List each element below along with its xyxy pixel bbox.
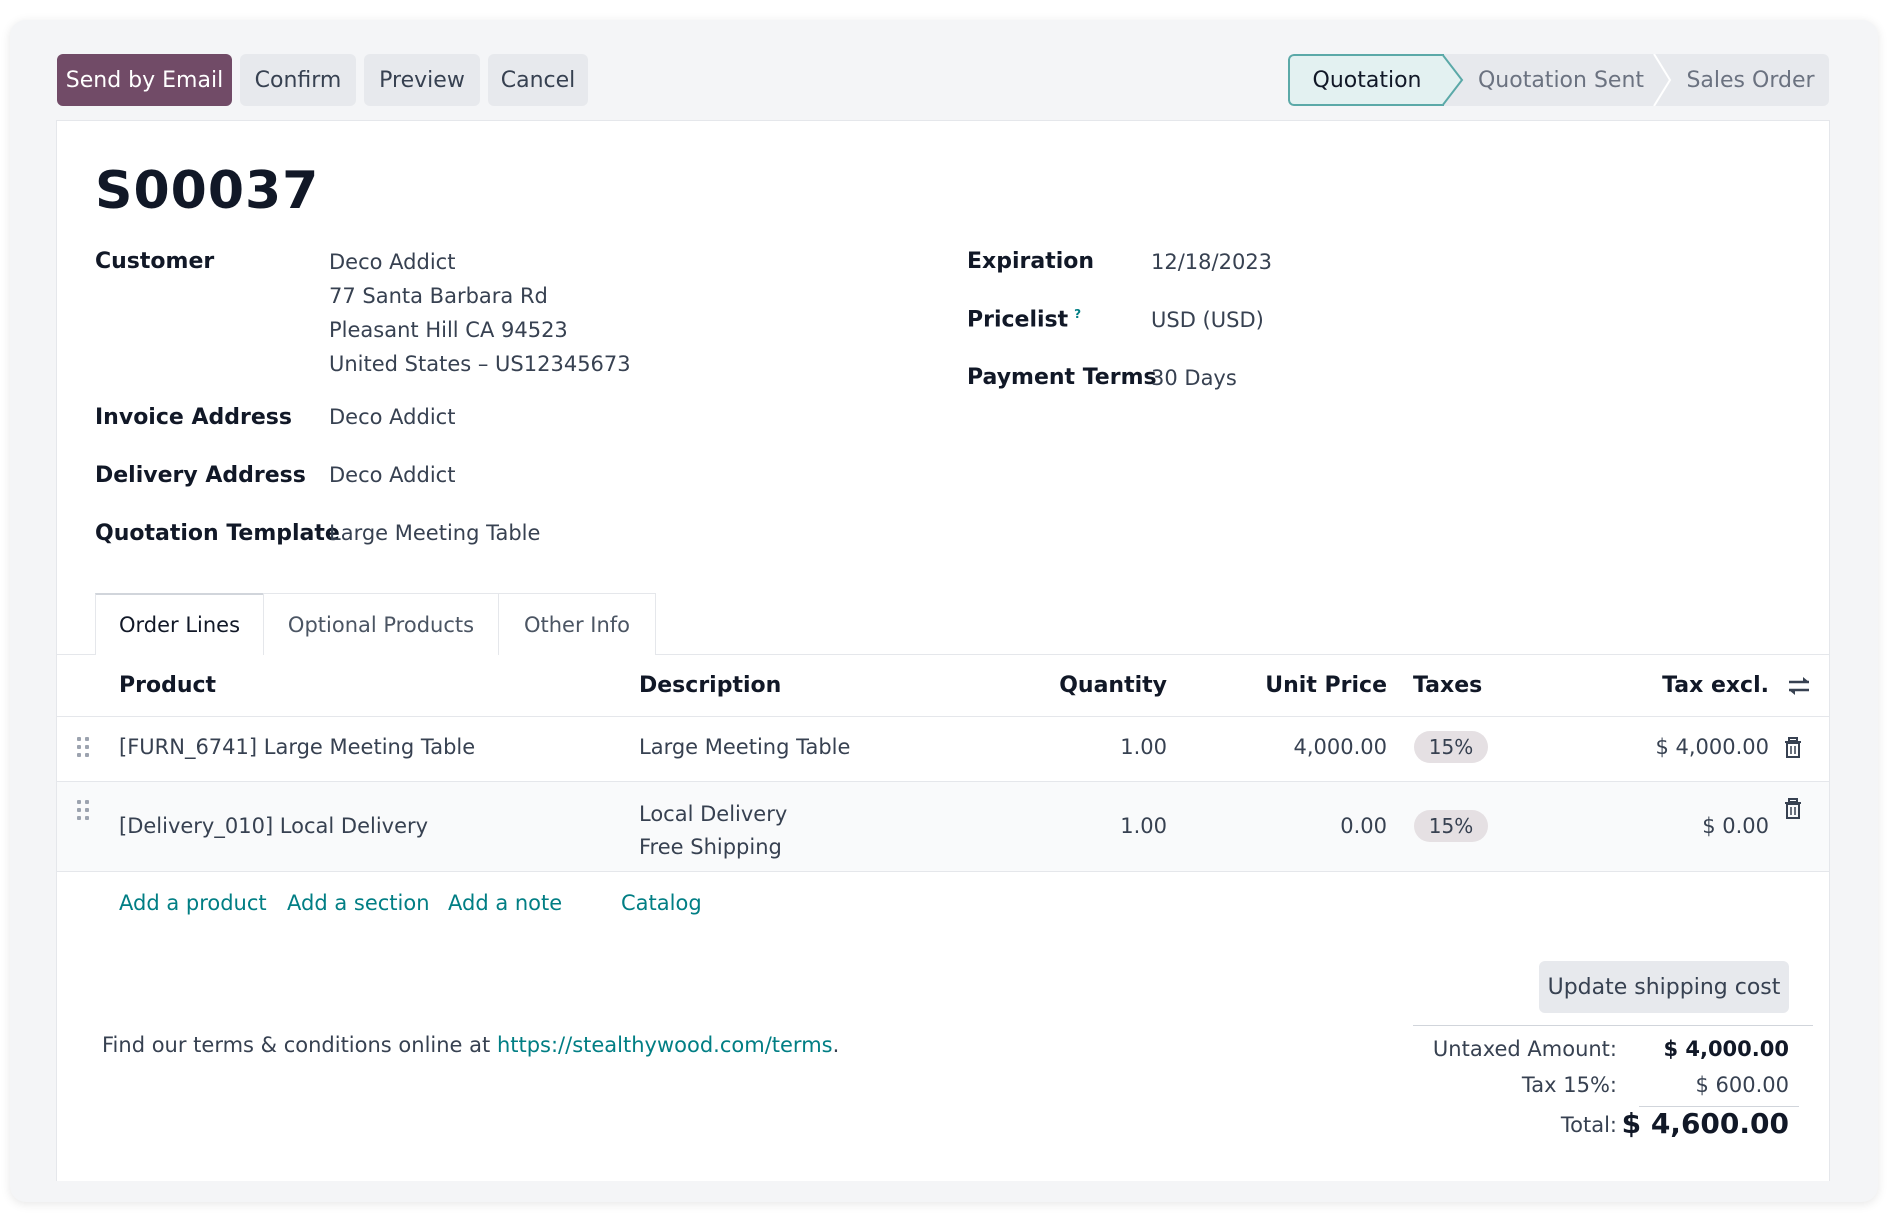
cell-unit-price[interactable]: 4,000.00 bbox=[1217, 735, 1387, 759]
payment-terms-field[interactable]: 30 Days bbox=[1151, 361, 1237, 395]
active-tab-gap bbox=[96, 653, 262, 656]
payment-terms-label: Payment Terms bbox=[967, 365, 1157, 390]
cell-quantity[interactable]: 1.00 bbox=[1023, 814, 1167, 838]
add-product-link[interactable]: Add a product bbox=[119, 891, 267, 915]
help-icon[interactable]: ? bbox=[1074, 307, 1081, 321]
tax-value: $ 600.00 bbox=[1695, 1073, 1789, 1097]
drag-handle-icon[interactable] bbox=[77, 737, 91, 759]
cell-product[interactable]: [Delivery_010] Local Delivery bbox=[119, 814, 428, 838]
cell-product[interactable]: [FURN_6741] Large Meeting Table bbox=[119, 735, 475, 759]
send-by-email-button[interactable]: Send by Email bbox=[57, 54, 232, 106]
stage-quotation-sent[interactable]: Quotation Sent bbox=[1466, 54, 1656, 106]
cell-quantity[interactable]: 1.00 bbox=[1023, 735, 1167, 759]
table-bottom-border bbox=[57, 871, 1829, 872]
quotation-template-label: Quotation Template bbox=[95, 521, 340, 546]
pricelist-field[interactable]: USD (USD) bbox=[1151, 303, 1264, 337]
terms-link[interactable]: https://stealthywood.com/terms bbox=[497, 1033, 833, 1057]
tax-badge[interactable]: 15% bbox=[1414, 731, 1488, 763]
total-label: Total: bbox=[1560, 1113, 1617, 1137]
tax-badge[interactable]: 15% bbox=[1414, 810, 1488, 842]
column-header-quantity[interactable]: Quantity bbox=[1023, 673, 1167, 698]
description-line: Free Shipping bbox=[639, 835, 782, 859]
status-bar: Quotation Quotation Sent Sales Order bbox=[1288, 54, 1829, 106]
trash-icon[interactable] bbox=[1783, 798, 1803, 820]
add-note-link[interactable]: Add a note bbox=[448, 891, 562, 915]
customer-field[interactable]: Deco Addict 77 Santa Barbara Rd Pleasant… bbox=[329, 245, 631, 381]
tab-order-lines[interactable]: Order Lines bbox=[95, 593, 264, 655]
stage-quotation[interactable]: Quotation bbox=[1288, 54, 1444, 106]
trash-icon[interactable] bbox=[1783, 737, 1803, 759]
cancel-button[interactable]: Cancel bbox=[488, 54, 588, 106]
invoice-address-field[interactable]: Deco Addict bbox=[329, 400, 455, 434]
stage-arrow-icon bbox=[1442, 54, 1464, 106]
customer-address-line: Pleasant Hill CA 94523 bbox=[329, 318, 568, 342]
preview-button[interactable]: Preview bbox=[364, 54, 480, 106]
customer-address-line: United States – US12345673 bbox=[329, 352, 631, 376]
record-title: S00037 bbox=[95, 161, 320, 221]
drag-handle-icon[interactable] bbox=[77, 800, 91, 822]
invoice-address-label: Invoice Address bbox=[95, 405, 292, 430]
totals-divider bbox=[1413, 1025, 1813, 1026]
customer-address-line: 77 Santa Barbara Rd bbox=[329, 284, 548, 308]
terms-suffix: . bbox=[832, 1033, 840, 1057]
cell-description[interactable]: Large Meeting Table bbox=[639, 735, 850, 759]
expiration-field[interactable]: 12/18/2023 bbox=[1151, 245, 1272, 279]
column-header-unit-price[interactable]: Unit Price bbox=[1217, 673, 1387, 698]
stage-separator-icon bbox=[1653, 54, 1672, 106]
untaxed-amount-value: $ 4,000.00 bbox=[1663, 1037, 1789, 1061]
terms-text: Find our terms & conditions online at bbox=[102, 1033, 497, 1057]
column-header-product[interactable]: Product bbox=[119, 673, 216, 698]
cell-subtotal: $ 4,000.00 bbox=[1655, 735, 1769, 759]
quotation-template-field[interactable]: Large Meeting Table bbox=[329, 516, 540, 550]
stage-sales-order[interactable]: Sales Order bbox=[1672, 54, 1829, 106]
cell-description[interactable]: Local Delivery Free Shipping bbox=[639, 798, 787, 864]
total-value: $ 4,600.00 bbox=[1621, 1107, 1789, 1140]
column-header-taxes[interactable]: Taxes bbox=[1413, 673, 1482, 698]
table-row[interactable]: [FURN_6741] Large Meeting Table Large Me… bbox=[57, 716, 1829, 781]
pricelist-label: Pricelist? bbox=[967, 307, 1081, 332]
expiration-label: Expiration bbox=[967, 249, 1095, 274]
table-row[interactable]: [Delivery_010] Local Delivery Local Deli… bbox=[57, 781, 1829, 872]
column-header-description[interactable]: Description bbox=[639, 673, 781, 698]
delivery-address-label: Delivery Address bbox=[95, 463, 306, 488]
customer-name[interactable]: Deco Addict bbox=[329, 245, 631, 279]
description-line: Local Delivery bbox=[639, 802, 788, 826]
untaxed-amount-label: Untaxed Amount: bbox=[1432, 1037, 1617, 1061]
confirm-button[interactable]: Confirm bbox=[240, 54, 356, 106]
terms-note: Find our terms & conditions online at ht… bbox=[102, 1033, 839, 1057]
update-shipping-cost-button[interactable]: Update shipping cost bbox=[1539, 961, 1789, 1013]
tab-optional-products[interactable]: Optional Products bbox=[263, 593, 499, 655]
tab-other-info[interactable]: Other Info bbox=[498, 593, 656, 655]
cell-subtotal: $ 0.00 bbox=[1702, 814, 1769, 838]
cell-unit-price[interactable]: 0.00 bbox=[1217, 814, 1387, 838]
form-sheet: S00037 Customer Deco Addict 77 Santa Bar… bbox=[56, 120, 1830, 1181]
customer-label: Customer bbox=[95, 249, 215, 274]
catalog-link[interactable]: Catalog bbox=[621, 891, 702, 915]
column-header-tax-excl[interactable]: Tax excl. bbox=[1617, 673, 1769, 698]
delivery-address-field[interactable]: Deco Addict bbox=[329, 458, 455, 492]
tax-label: Tax 15%: bbox=[1521, 1073, 1617, 1097]
pricelist-label-text: Pricelist bbox=[967, 307, 1069, 333]
optional-columns-icon[interactable] bbox=[1787, 675, 1811, 697]
add-section-link[interactable]: Add a section bbox=[287, 891, 430, 915]
